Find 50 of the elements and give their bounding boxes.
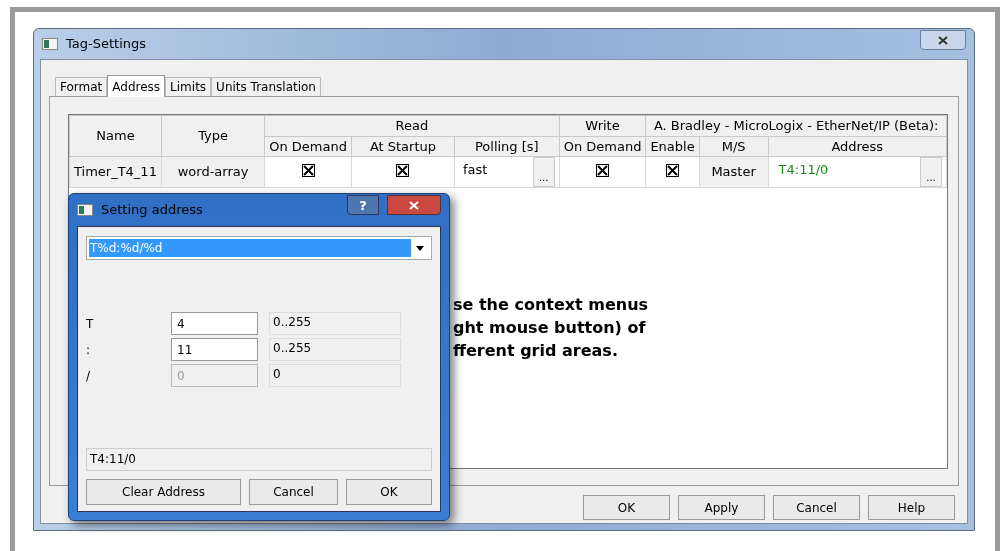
table-cell-text: T4:11/0 <box>777 161 830 179</box>
tab[interactable]: Format <box>55 77 108 96</box>
dialog-button[interactable]: Clear Address <box>86 479 241 505</box>
hint-text: ght mouse button) of <box>453 317 647 339</box>
dialog-title: Setting address <box>101 201 203 220</box>
hint-text: fferent grid areas. <box>453 340 619 362</box>
checkbox[interactable] <box>596 164 609 178</box>
dropdown-arrow-icon <box>416 245 424 251</box>
dialog-button[interactable]: OK <box>583 495 670 520</box>
dialog-button[interactable]: OK <box>346 479 432 505</box>
tab[interactable]: Units Translation <box>211 77 321 96</box>
window-icon <box>77 204 93 216</box>
window-icon <box>42 38 58 50</box>
table-cell: Master <box>699 156 769 188</box>
address-preview: T4:11/0 <box>86 448 432 471</box>
checkbox[interactable] <box>301 164 315 178</box>
dropdown-value: T%d:%d/%d <box>89 239 411 257</box>
table-cell: word-array <box>161 156 265 188</box>
tab[interactable]: Address <box>107 75 166 97</box>
close-button[interactable] <box>920 30 966 50</box>
hint-text: se the context menus <box>453 294 649 316</box>
range-display: 0..255 <box>269 338 401 361</box>
window-title: Tag-Settings <box>66 35 147 54</box>
column-header: Write <box>559 115 646 136</box>
range-display: 0..255 <box>269 312 401 335</box>
dialog-button[interactable]: Help <box>868 495 955 520</box>
close-icon <box>409 200 419 210</box>
range-display: 0 <box>269 364 401 387</box>
value-field[interactable]: 4 <box>171 312 258 335</box>
checkbox[interactable] <box>666 164 680 178</box>
value-field[interactable]: 11 <box>171 338 258 361</box>
close-button[interactable] <box>387 195 441 215</box>
table-cell: Timer_T4_11 <box>69 156 162 188</box>
help-button[interactable]: ? <box>347 195 379 215</box>
table-cell-text: fast <box>461 161 489 179</box>
column-header: Name <box>69 115 162 157</box>
field-label: T <box>86 315 95 333</box>
browse-button[interactable]: ... <box>920 157 942 187</box>
column-header: Read <box>264 115 560 136</box>
checkbox[interactable] <box>396 164 410 178</box>
browse-button[interactable]: ... <box>532 157 555 187</box>
column-header: A. Bradley - MicroLogix - EtherNet/IP (Beta): <box>645 115 947 136</box>
column-header: Type <box>161 115 265 157</box>
field-label: : <box>86 341 92 359</box>
tab[interactable]: Limits <box>165 77 212 96</box>
field-label: / <box>86 367 92 385</box>
close-icon <box>938 35 948 45</box>
dialog-button[interactable]: Cancel <box>773 495 860 520</box>
dialog-button[interactable]: Cancel <box>249 479 338 505</box>
dialog-button[interactable]: Apply <box>678 495 765 520</box>
